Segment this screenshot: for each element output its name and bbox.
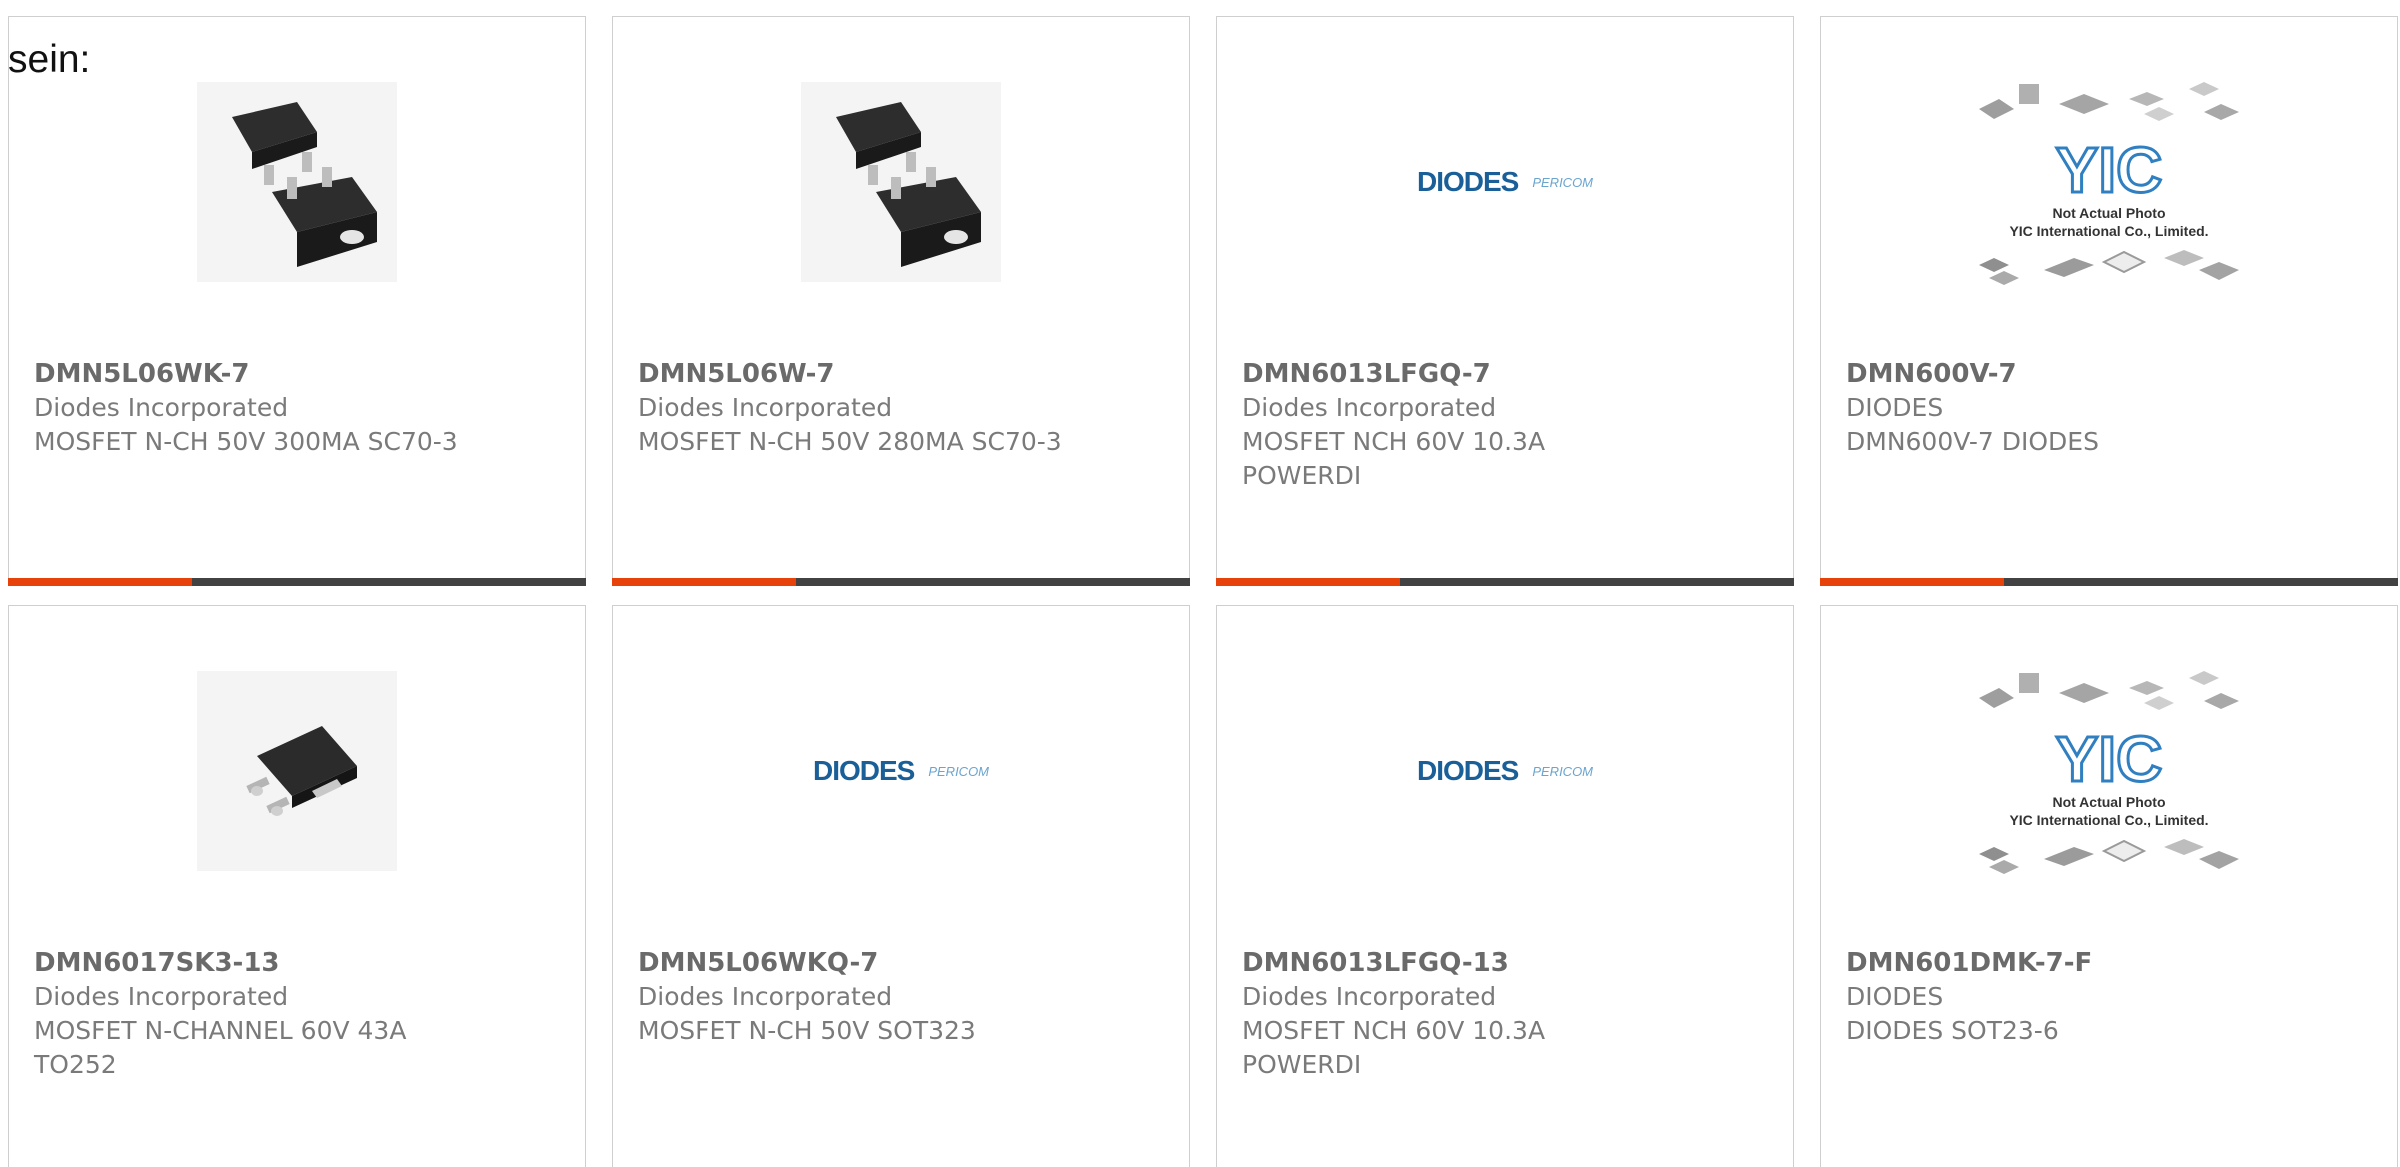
card-bottom-bar — [1820, 578, 2398, 586]
product-card[interactable]: DIODES PERICOM DMN6013LFGQ-13 Diodes Inc… — [1216, 605, 1794, 1167]
manufacturer: Diodes Incorporated — [638, 982, 893, 1011]
component-shapes-icon — [1979, 250, 2239, 285]
part-number[interactable]: DMN5L06WKQ-7 — [638, 946, 1068, 980]
yic-note-line1: Not Actual Photo — [2052, 794, 2166, 810]
part-number[interactable]: DMN5L06WK-7 — [34, 357, 464, 391]
product-info: DMN5L06W-7 Diodes Incorporated MOSFET N-… — [638, 357, 1068, 459]
description: MOSFET NCH 60V 10.3A POWERDI — [1242, 427, 1546, 490]
pericom-logo-text: PERICOM — [928, 763, 990, 779]
pericom-logo-text: PERICOM — [1532, 174, 1594, 190]
part-number[interactable]: DMN5L06W-7 — [638, 357, 1068, 391]
description: MOSFET N-CH 50V 280MA SC70-3 — [638, 427, 1062, 456]
to252-chip-icon — [197, 671, 397, 871]
product-image[interactable]: DIODES PERICOM — [613, 666, 1189, 876]
part-number[interactable]: DMN6013LFGQ-7 — [1242, 357, 1672, 391]
component-shapes-icon — [1979, 839, 2239, 874]
svg-text:YIC: YIC — [2056, 723, 2163, 793]
yic-note-line2: YIC International Co., Limited. — [2009, 812, 2209, 828]
manufacturer: Diodes Incorporated — [638, 393, 893, 422]
product-card[interactable]: YIC Not Actual Photo YIC International C… — [1820, 16, 2398, 586]
yic-note-line1: Not Actual Photo — [2052, 205, 2166, 221]
manufacturer: DIODES — [1846, 393, 1944, 422]
product-info: DMN6013LFGQ-13 Diodes Incorporated MOSFE… — [1242, 946, 1672, 1082]
product-card[interactable]: DMN5L06WK-7 Diodes Incorporated MOSFET N… — [8, 16, 586, 586]
card-accent — [1820, 578, 2004, 586]
product-image[interactable]: DIODES PERICOM — [1217, 666, 1793, 876]
part-number[interactable]: DMN600V-7 — [1846, 357, 2276, 391]
card-bottom-bar — [612, 578, 1190, 586]
manufacturer: Diodes Incorporated — [1242, 982, 1497, 1011]
manufacturer: Diodes Incorporated — [34, 393, 289, 422]
intro-text: sein: — [8, 38, 91, 81]
diodes-logo: DIODES PERICOM — [1417, 166, 1593, 198]
part-number[interactable]: DMN6013LFGQ-13 — [1242, 946, 1672, 980]
yic-placeholder-image: YIC Not Actual Photo YIC International C… — [1959, 663, 2259, 879]
manufacturer: Diodes Incorporated — [34, 982, 289, 1011]
product-image[interactable]: YIC Not Actual Photo YIC International C… — [1821, 77, 2397, 287]
product-info: DMN601DMK-7-F DIODES DIODES SOT23-6 — [1846, 946, 2276, 1048]
description: MOSFET N-CH 50V 300MA SC70-3 — [34, 427, 458, 456]
card-accent — [8, 578, 192, 586]
component-shapes-icon — [1979, 82, 2239, 121]
card-bottom-bar — [8, 578, 586, 586]
diodes-logo-text: DIODES — [812, 755, 915, 786]
sot-chip-icon — [801, 82, 1001, 282]
manufacturer: Diodes Incorporated — [1242, 393, 1497, 422]
diodes-logo-text: DIODES — [1416, 755, 1519, 786]
product-info: DMN6013LFGQ-7 Diodes Incorporated MOSFET… — [1242, 357, 1672, 493]
product-image[interactable] — [9, 77, 585, 287]
yic-placeholder-image: YIC Not Actual Photo YIC International C… — [1959, 74, 2259, 290]
yic-logo-icon: YIC — [2054, 134, 2164, 204]
description: DIODES SOT23-6 — [1846, 1016, 2059, 1045]
card-bottom-bar — [1216, 578, 1794, 586]
pericom-logo-text: PERICOM — [1532, 763, 1594, 779]
product-info: DMN5L06WKQ-7 Diodes Incorporated MOSFET … — [638, 946, 1068, 1048]
description: MOSFET N-CHANNEL 60V 43A TO252 — [34, 1016, 407, 1079]
product-info: DMN6017SK3-13 Diodes Incorporated MOSFET… — [34, 946, 464, 1082]
product-image[interactable]: YIC Not Actual Photo YIC International C… — [1821, 666, 2397, 876]
product-card[interactable]: DMN5L06W-7 Diodes Incorporated MOSFET N-… — [612, 16, 1190, 586]
card-accent — [1216, 578, 1400, 586]
product-image[interactable] — [613, 77, 1189, 287]
description: MOSFET N-CH 50V SOT323 — [638, 1016, 976, 1045]
sot-chip-icon — [197, 82, 397, 282]
product-listing-page: sein: DMN5L06WK-7 Diodes Incorporated MO… — [0, 0, 2400, 1167]
svg-text:YIC: YIC — [2056, 134, 2163, 204]
product-info: DMN5L06WK-7 Diodes Incorporated MOSFET N… — [34, 357, 464, 459]
card-accent — [612, 578, 796, 586]
description: DMN600V-7 DIODES — [1846, 427, 2099, 456]
product-image[interactable]: DIODES PERICOM — [1217, 77, 1793, 287]
part-number[interactable]: DMN6017SK3-13 — [34, 946, 464, 980]
description: MOSFET NCH 60V 10.3A POWERDI — [1242, 1016, 1546, 1079]
component-shapes-icon — [1979, 671, 2239, 710]
yic-note-line2: YIC International Co., Limited. — [2009, 223, 2209, 239]
product-info: DMN600V-7 DIODES DMN600V-7 DIODES — [1846, 357, 2276, 459]
product-card[interactable]: DIODES PERICOM DMN6013LFGQ-7 Diodes Inco… — [1216, 16, 1794, 586]
manufacturer: DIODES — [1846, 982, 1944, 1011]
diodes-logo: DIODES PERICOM — [813, 755, 989, 787]
diodes-logo: DIODES PERICOM — [1417, 755, 1593, 787]
diodes-logo-text: DIODES — [1416, 166, 1519, 197]
yic-logo-icon: YIC — [2054, 723, 2164, 793]
part-number[interactable]: DMN601DMK-7-F — [1846, 946, 2276, 980]
product-card[interactable]: DIODES PERICOM DMN5L06WKQ-7 Diodes Incor… — [612, 605, 1190, 1167]
product-card[interactable]: DMN6017SK3-13 Diodes Incorporated MOSFET… — [8, 605, 586, 1167]
product-image[interactable] — [9, 666, 585, 876]
product-card[interactable]: YIC Not Actual Photo YIC International C… — [1820, 605, 2398, 1167]
